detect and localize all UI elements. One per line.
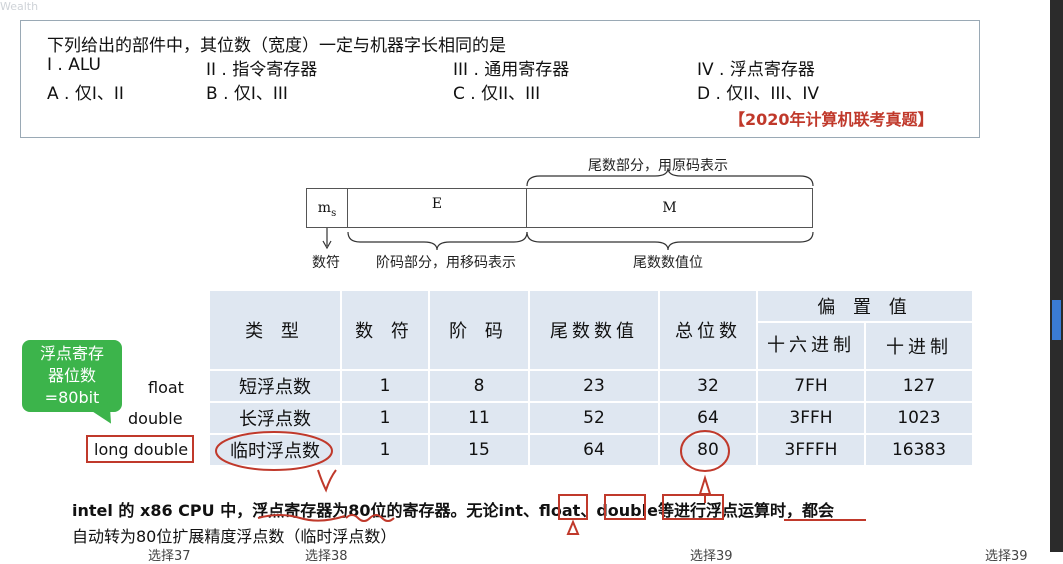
exponent-label: 阶码部分，用移码表示 [376, 255, 516, 271]
mantissa-value-label: 尾数数值位 [633, 255, 703, 271]
faded-watermark: Wealth [0, 0, 39, 13]
option-d[interactable]: D . 仅II、III、IV [697, 79, 819, 104]
cell-total: 32 [658, 369, 758, 403]
bottom-fragment-3: 选择39 [690, 549, 733, 564]
cell-type: 长浮点数 [208, 401, 342, 435]
note-line-2: 自动转为80位扩展精度浮点数（临时浮点数） [72, 527, 397, 546]
keyword-float: float [539, 501, 581, 520]
item-2: II . 指令寄存器 [206, 60, 318, 80]
bottom-fragment-1: 选择37 [148, 549, 191, 564]
register-width-callout: 浮点寄存 器位数 =80bit [22, 340, 122, 412]
window-edge [1050, 0, 1063, 552]
bottom-fragment-2: 选择38 [305, 549, 348, 564]
callout-line-2: 器位数 [47, 366, 96, 385]
cell-mantissa: 23 [528, 369, 660, 403]
cell-hex: 7FH [756, 369, 866, 403]
header-dec: 十进制 [864, 321, 974, 371]
type-label-float: float [148, 378, 184, 397]
note-line-1: intel 的 x86 CPU 中，浮点寄存器为80位的寄存器。无论int、fl… [72, 501, 834, 520]
table-row: 临时浮点数 1 15 64 80 3FFFH 16383 [208, 433, 974, 467]
sign-cell: ms [306, 188, 348, 228]
mantissa-value-brace [526, 231, 814, 251]
mantissa-cell: M [526, 188, 813, 228]
arrow-up-int [566, 519, 580, 535]
cell-mantissa: 52 [528, 401, 660, 435]
cell-hex: 3FFFH [756, 433, 866, 467]
sign-arrow-head [322, 240, 332, 250]
header-mantissa: 尾数数值 [528, 289, 660, 371]
edge-indicator [1052, 300, 1061, 340]
header-exponent: 阶 码 [428, 289, 530, 371]
option-a[interactable]: A . 仅I、II [47, 79, 124, 104]
cell-dec: 16383 [864, 433, 974, 467]
keyword-double: double [596, 501, 658, 520]
cell-mantissa: 64 [528, 433, 660, 467]
table-row: 短浮点数 1 8 23 32 7FH 127 [208, 369, 974, 403]
cell-dec: 1023 [864, 401, 974, 435]
cell-hex: 3FFH [756, 401, 866, 435]
question-title: 下列给出的部件中，其位数（宽度）一定与机器字长相同的是 [47, 36, 506, 56]
cell-sign: 1 [340, 433, 430, 467]
callout-line-1: 浮点寄存 [39, 344, 104, 363]
cell-sign: 1 [340, 369, 430, 403]
option-c[interactable]: C . 仅II、III [453, 79, 540, 104]
cell-type: 临时浮点数 [208, 433, 342, 467]
question-source: 【2020年计算机联考真题】 [729, 110, 934, 129]
keyword-int: int [498, 501, 524, 520]
check-mark [317, 469, 337, 493]
cell-dec: 127 [864, 369, 974, 403]
bottom-fragment-4: 选择39 [985, 549, 1028, 564]
header-sign: 数 符 [340, 289, 430, 371]
cell-exponent: 11 [428, 401, 530, 435]
item-3: III . 通用寄存器 [453, 60, 570, 80]
cell-exponent: 8 [428, 369, 530, 403]
cell-sign: 1 [340, 401, 430, 435]
cell-total: 80 [658, 433, 758, 467]
cell-exponent: 15 [428, 433, 530, 467]
sign-label: 数符 [312, 255, 340, 271]
header-hex: 十六进制 [756, 321, 866, 371]
item-1: I . ALU [47, 55, 101, 75]
header-type: 类 型 [208, 289, 342, 371]
long-double-highlight [86, 435, 194, 463]
header-bias: 偏 置 值 [756, 289, 974, 323]
table-row: 长浮点数 1 11 52 64 3FFH 1023 [208, 401, 974, 435]
type-label-double: double [128, 409, 183, 428]
mantissa-part-label: 尾数部分，用原码表示 [588, 158, 728, 174]
float-format-table: 类 型 数 符 阶 码 尾数数值 总位数 偏 置 值 十六进制 十进制 短浮点数… [208, 289, 974, 467]
option-b[interactable]: B . 仅I、III [206, 79, 288, 104]
exponent-brace [347, 231, 528, 251]
item-4: IV . 浮点寄存器 [697, 60, 815, 80]
exponent-cell: E [347, 188, 527, 228]
cell-total: 64 [658, 401, 758, 435]
question-box: 下列给出的部件中，其位数（宽度）一定与机器字长相同的是 I . ALU II .… [20, 20, 980, 138]
header-total: 总位数 [658, 289, 758, 371]
cell-type: 短浮点数 [208, 369, 342, 403]
